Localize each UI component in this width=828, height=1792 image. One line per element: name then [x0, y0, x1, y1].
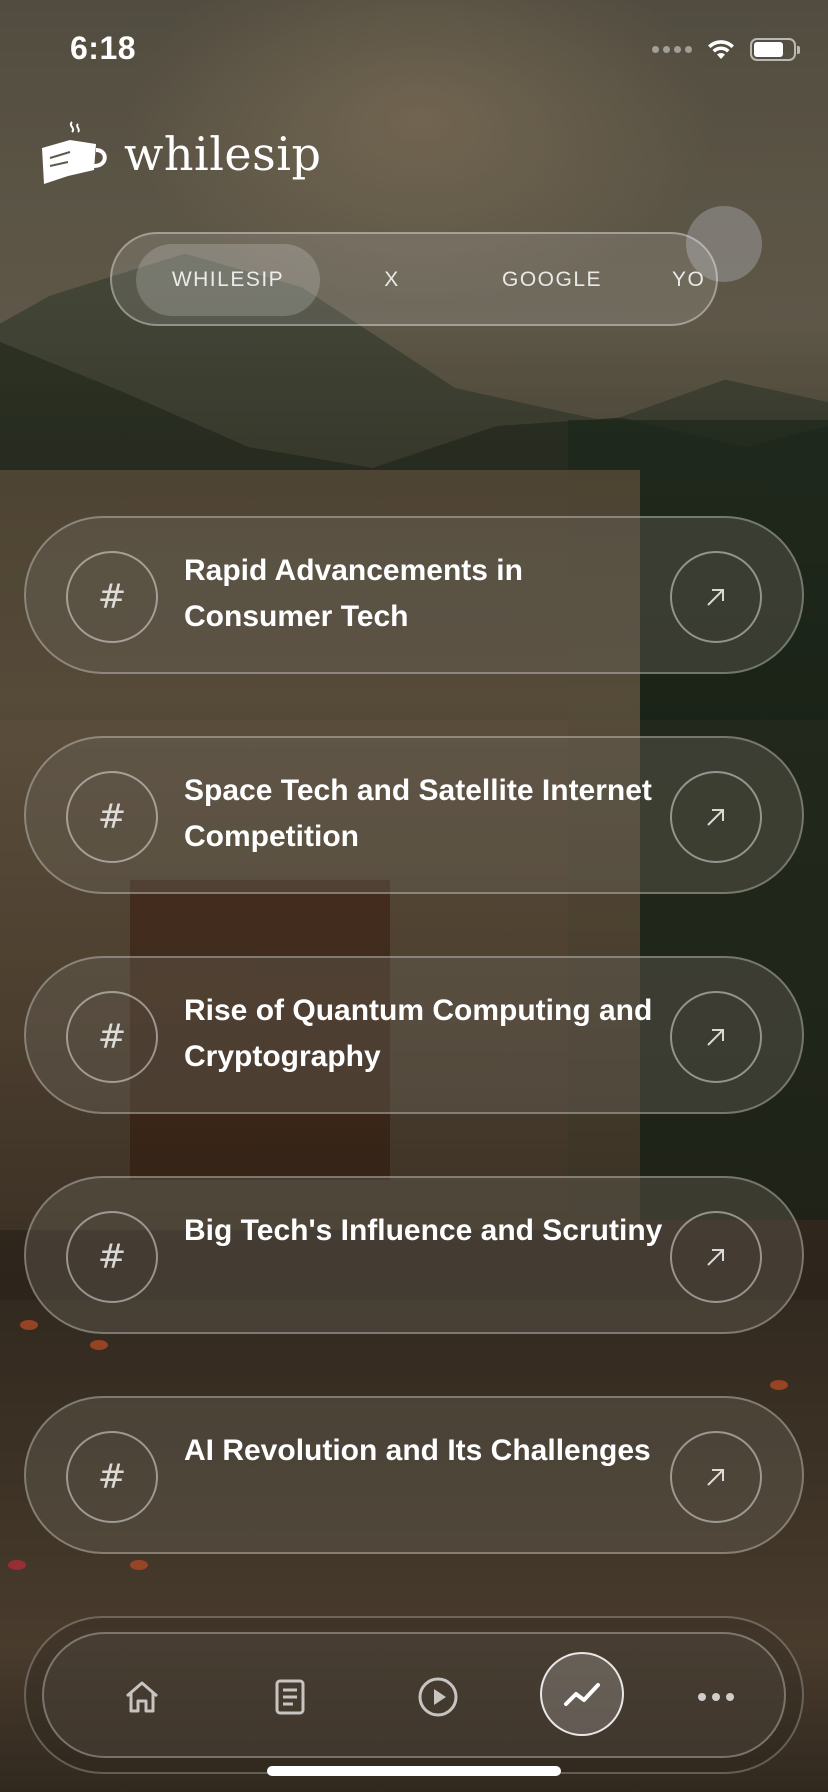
open-topic-button[interactable] [670, 1431, 762, 1523]
arrow-up-right-icon [707, 1469, 724, 1486]
bottom-navigation [24, 1616, 804, 1774]
nav-trending[interactable] [540, 1652, 624, 1736]
topic-title: AI Revolution and Its Challenges [184, 1434, 651, 1467]
nav-home[interactable] [102, 1657, 182, 1737]
open-topic-button[interactable] [670, 991, 762, 1083]
nav-play[interactable] [398, 1657, 478, 1737]
topic-card[interactable]: # AI Revolution and Its Challenges [24, 1396, 804, 1554]
hash-icon: # [66, 1431, 158, 1523]
hash-icon: # [66, 991, 158, 1083]
app-name: whilesip [124, 127, 322, 181]
status-bar: 6:18 [0, 0, 828, 100]
topic-card[interactable]: # Rapid Advancements in Consumer Tech [24, 516, 804, 674]
tab-x[interactable]: X [344, 244, 440, 316]
open-topic-button[interactable] [670, 551, 762, 643]
hash-icon: # [66, 1211, 158, 1303]
source-tabs: WHILESIP X GOOGLE YO [110, 232, 718, 326]
topic-title: Rise of Quantum Computing and Cryptograp… [184, 994, 653, 1073]
status-icons [652, 38, 800, 61]
open-topic-button[interactable] [670, 1211, 762, 1303]
nav-more[interactable] [676, 1657, 756, 1737]
more-icon [698, 1693, 734, 1701]
play-icon [418, 1677, 458, 1717]
wifi-icon [708, 39, 734, 59]
coffee-cup-icon [42, 121, 107, 184]
battery-icon [750, 38, 800, 61]
nav-articles[interactable] [250, 1657, 330, 1737]
status-time: 6:18 [70, 30, 137, 66]
topic-title: Rapid Advancements in Consumer Tech [184, 554, 523, 633]
arrow-up-right-icon [707, 1029, 724, 1046]
topic-card[interactable]: # Rise of Quantum Computing and Cryptogr… [24, 956, 804, 1114]
document-icon [275, 1679, 305, 1715]
app-logo[interactable]: whilesip [38, 118, 321, 190]
arrow-up-right-icon [707, 1249, 724, 1266]
home-indicator[interactable] [267, 1766, 561, 1776]
hash-icon: # [66, 771, 158, 863]
tab-google[interactable]: GOOGLE [460, 244, 644, 316]
arrow-up-right-icon [707, 809, 724, 826]
arrow-up-right-icon [707, 589, 724, 606]
topic-title: Big Tech's Influence and Scrutiny [184, 1214, 663, 1247]
bottom-navigation-bar [42, 1632, 786, 1758]
hash-icon: # [66, 551, 158, 643]
tab-whilesip[interactable]: WHILESIP [136, 244, 320, 316]
tab-youtube[interactable]: YO [660, 244, 716, 316]
home-icon [126, 1681, 158, 1713]
cellular-signal-icon [652, 46, 692, 53]
topic-card[interactable]: # Space Tech and Satellite Internet Comp… [24, 736, 804, 894]
battery-level [754, 42, 783, 57]
open-topic-button[interactable] [670, 771, 762, 863]
trending-icon [564, 1683, 600, 1706]
topic-title: Space Tech and Satellite Internet Compet… [184, 774, 652, 853]
topic-card[interactable]: # Big Tech's Influence and Scrutiny [24, 1176, 804, 1334]
